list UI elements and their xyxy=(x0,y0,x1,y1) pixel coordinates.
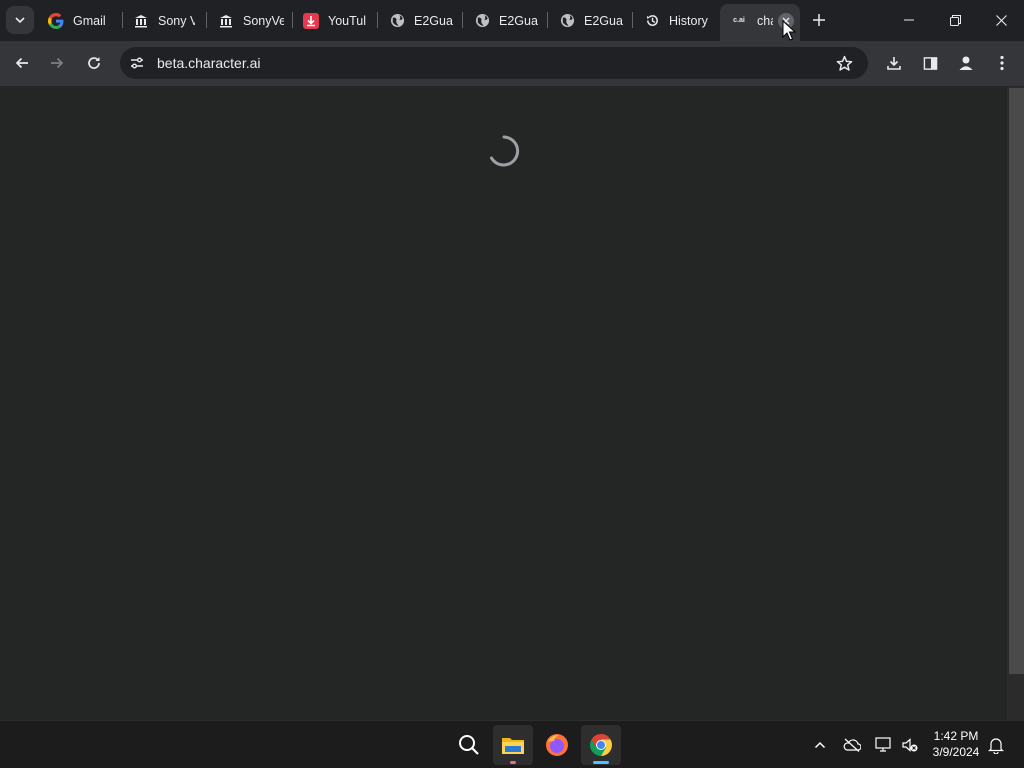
restore-button[interactable] xyxy=(932,0,978,40)
globe-icon xyxy=(559,13,575,29)
person-icon xyxy=(959,56,973,70)
tab-title: Gmail xyxy=(73,13,106,28)
cai-favicon-text: c.ai xyxy=(733,17,745,24)
tab-sony-2[interactable]: SonyVe xyxy=(208,4,284,37)
new-tab-button[interactable] xyxy=(808,9,830,31)
reload-button[interactable] xyxy=(80,49,108,77)
folder-icon xyxy=(502,738,524,754)
notifications-button[interactable] xyxy=(984,733,1008,757)
firefox-icon xyxy=(546,734,568,756)
show-hidden-icons-button[interactable] xyxy=(808,733,832,757)
onedrive-icon[interactable] xyxy=(840,733,864,757)
tab-separator xyxy=(632,12,633,28)
tab-title: History xyxy=(669,13,708,28)
tab-e2guardian-2[interactable]: E2Guar xyxy=(464,4,538,37)
taskbar-chrome[interactable] xyxy=(581,725,621,765)
clock-time: 1:42 PM xyxy=(933,729,979,743)
volume-muted-icon[interactable] xyxy=(898,733,922,757)
tab-strip: Gmail Sony V SonyVe YouTul E2Guar E2Guar… xyxy=(0,0,1024,41)
tab-title: YouTul xyxy=(328,13,366,28)
tab-title: E2Guar xyxy=(584,13,623,28)
tab-title: SonyVe xyxy=(243,13,284,28)
network-icon[interactable] xyxy=(872,733,896,757)
arrow-right-icon xyxy=(51,57,64,69)
address-bar[interactable]: beta.character.ai xyxy=(120,47,868,79)
tab-separator xyxy=(206,12,207,28)
scrollbar-thumb[interactable] xyxy=(1009,88,1024,674)
tab-separator xyxy=(377,12,378,28)
tab-search-button[interactable] xyxy=(6,6,34,34)
loading-spinner-icon xyxy=(490,135,520,167)
bookmark-button[interactable] xyxy=(830,49,858,77)
chevron-down-icon xyxy=(15,17,25,24)
globe-icon xyxy=(474,13,490,29)
taskbar-firefox[interactable] xyxy=(537,725,577,765)
more-vert-icon xyxy=(1000,55,1004,71)
scrollbar[interactable] xyxy=(1007,86,1024,720)
clock-date: 3/9/2024 xyxy=(932,745,980,759)
cai-icon: c.ai xyxy=(730,13,748,29)
window-close-button[interactable] xyxy=(978,0,1024,40)
institution-icon xyxy=(218,13,234,29)
site-info-button[interactable] xyxy=(121,47,153,79)
minimize-button[interactable] xyxy=(886,0,932,40)
side-panel-button[interactable] xyxy=(916,49,944,77)
close-icon xyxy=(995,14,1007,26)
page-content xyxy=(0,86,1007,720)
running-indicator xyxy=(510,761,516,764)
chrome-icon xyxy=(590,734,612,756)
taskbar-search-button[interactable] xyxy=(449,725,489,765)
star-icon xyxy=(836,55,852,71)
profile-button[interactable] xyxy=(952,49,980,77)
taskbar: 1:42 PM 3/9/2024 xyxy=(0,720,1024,768)
download-icon xyxy=(303,12,319,29)
mouse-cursor-icon xyxy=(782,20,796,41)
browser-toolbar: beta.character.ai xyxy=(0,41,1024,86)
chevron-up-icon xyxy=(814,741,826,749)
tab-history[interactable]: History xyxy=(634,4,718,37)
tab-youtube-downloader[interactable]: YouTul xyxy=(293,4,367,37)
minimize-icon xyxy=(904,19,914,21)
tab-title: cha xyxy=(757,13,773,28)
menu-button[interactable] xyxy=(988,49,1016,77)
tab-gmail[interactable]: Gmail xyxy=(38,4,122,37)
url-text[interactable]: beta.character.ai xyxy=(157,55,261,71)
google-icon xyxy=(48,12,64,29)
tab-e2guardian-3[interactable]: E2Guar xyxy=(549,4,623,37)
back-button[interactable] xyxy=(8,49,36,77)
tune-icon xyxy=(131,57,143,69)
arrow-left-icon xyxy=(15,57,28,69)
reload-icon xyxy=(88,57,100,69)
tab-separator xyxy=(547,12,548,28)
download-icon xyxy=(887,57,901,70)
downloads-button[interactable] xyxy=(880,49,908,77)
tab-title: E2Guar xyxy=(499,13,538,28)
active-indicator xyxy=(593,761,609,764)
side-panel-icon xyxy=(923,56,937,70)
globe-icon xyxy=(389,13,405,29)
institution-icon xyxy=(133,13,149,29)
tab-e2guardian-1[interactable]: E2Guar xyxy=(379,4,453,37)
tab-separator xyxy=(462,12,463,28)
bell-icon xyxy=(988,737,1004,754)
tab-sony-1[interactable]: Sony V xyxy=(123,4,195,37)
plus-icon xyxy=(813,14,825,26)
tab-title: Sony V xyxy=(158,13,195,28)
tab-title: E2Guar xyxy=(414,13,453,28)
search-icon xyxy=(459,735,479,755)
clock[interactable]: 1:42 PM 3/9/2024 xyxy=(922,728,990,760)
history-icon xyxy=(644,13,660,29)
restore-icon xyxy=(949,14,961,26)
forward-button[interactable] xyxy=(43,49,71,77)
taskbar-file-explorer[interactable] xyxy=(493,725,533,765)
